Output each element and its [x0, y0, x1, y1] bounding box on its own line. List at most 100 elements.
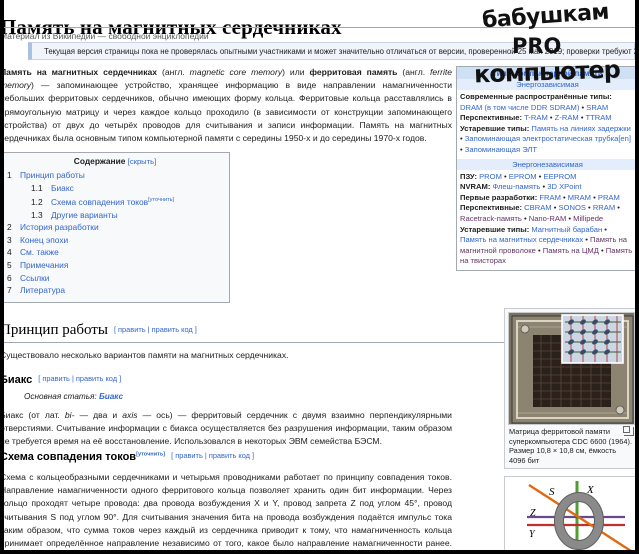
paragraph-principle: Существовало несколько вариантов памяти … [4, 350, 289, 360]
ferrite-core-matrix-photo[interactable] [508, 312, 635, 425]
navbox-separator: • [535, 245, 543, 255]
navbox-link[interactable]: MRAM [568, 193, 591, 202]
navbox-link[interactable]: Память на ЦМД [543, 246, 599, 255]
navbox-separator: • [590, 192, 598, 202]
core-matrix-illustration [509, 313, 634, 424]
screenshot-root: Память на магнитных сердечниках Материал… [0, 0, 639, 554]
navbox-group-header-1[interactable]: Энергонезависимая [457, 158, 635, 170]
navbox-row: Устаревшие типы: Магнитный барабан • Пам… [460, 225, 635, 267]
toc-item-label[interactable]: Конец эпохи [20, 235, 68, 245]
magnify-icon[interactable] [623, 426, 634, 436]
toc-item-1-2[interactable]: 1.2 Схема совпадения токов[уточнить] [7, 194, 223, 208]
navbox-row-label: Первые разработки: [460, 192, 540, 202]
navbox-link[interactable]: EPROM [509, 172, 537, 181]
navbox-group-header-0[interactable]: Энергозависимая [457, 79, 635, 90]
toc-item-6[interactable]: 6 Ссылки [7, 272, 223, 285]
edit-link-coincident[interactable]: [ править | править код ] [171, 451, 254, 460]
toc-item-label[interactable]: См. также [20, 247, 59, 257]
navbox-row: NVRAM: Флеш-память • 3D XPoint [460, 182, 635, 193]
toc-item-1-1[interactable]: 1.1 Биакс [7, 182, 223, 195]
navbox-row-label: Перспективные: [460, 203, 525, 213]
toc-toggle-link[interactable]: [скрыть] [128, 157, 156, 166]
navbox-separator: • [521, 213, 529, 223]
navbox-row-label: Перспективные: [460, 113, 525, 123]
unreviewed-version-notice: Текущая версия страницы пока не проверял… [28, 42, 635, 60]
toc-item-number: 6 [7, 272, 12, 283]
navbox-link[interactable]: TTRAM [585, 113, 611, 122]
toc-item-label[interactable]: Схема совпадения токов [51, 197, 148, 207]
navbox-link[interactable]: Z-RAM [555, 113, 579, 122]
navbox-separator: • [536, 171, 544, 181]
toc-item-7[interactable]: 7 Литература [7, 284, 223, 297]
toc-item-label[interactable]: Примечания [20, 260, 68, 270]
frame-bottom [0, 550, 639, 554]
navbox-link[interactable]: CBRAM [524, 203, 551, 212]
navbox-link[interactable]: T-RAM [524, 113, 548, 122]
toc-item-1-3[interactable]: 1.3 Другие варианты [7, 209, 223, 222]
toc-item-clarify-sup[interactable]: [уточнить] [148, 197, 174, 203]
toc-heading-label: Содержание [73, 156, 126, 166]
toc-item-label[interactable]: Другие варианты [51, 210, 118, 220]
toc-item-number: 2 [7, 222, 12, 233]
navbox-link[interactable]: Запоминающая ЭЛТ [465, 145, 537, 154]
toc-item-number: 1.3 [31, 209, 43, 220]
toc-item-number: 5 [7, 259, 12, 270]
toc-item-number: 3 [7, 234, 12, 245]
paragraph-biax: Биакс (от лат. bi- — два и axis — ось) —… [4, 410, 452, 447]
toc-item-label[interactable]: Литература [20, 285, 65, 295]
toc-item-label[interactable]: Ссылки [20, 273, 49, 283]
navbox-separator: • [598, 245, 606, 255]
navbox-link[interactable]: Флеш-память [492, 182, 540, 191]
toc-heading: Содержание [скрыть] [7, 156, 223, 166]
toc-item-label[interactable]: Принцип работы [20, 170, 85, 180]
navbox-link[interactable]: RRAM [593, 203, 615, 212]
core-wiring-diagram[interactable]: S X Z Y [504, 476, 635, 550]
navbox-link[interactable]: PRAM [598, 193, 620, 202]
diagram-label-x: X [586, 484, 595, 496]
edit-link-biax[interactable]: [ править | править код ] [38, 374, 121, 383]
navbox-group-body-0: Современные распространённые типы: DRAM … [457, 90, 635, 159]
memory-types-navbox: Типы компьютерной памяти Энергозависимая… [456, 66, 635, 271]
navbox-link[interactable]: Millipede [573, 214, 603, 223]
navbox-separator: • [583, 235, 591, 245]
diagram-label-s: S [549, 486, 555, 498]
navbox-link[interactable]: SRAM [586, 103, 608, 112]
navbox-link[interactable]: Racetrack-память [460, 214, 522, 223]
navbox-link[interactable]: 3D XPoint [547, 182, 581, 191]
navbox-link[interactable]: PROM [479, 172, 502, 181]
navbox-row-label: ПЗУ: [460, 171, 480, 181]
navbox-link[interactable]: Запоминающая электростатическая трубка[e… [465, 134, 631, 143]
main-article-link[interactable]: Биакс [99, 392, 123, 401]
toc-item-number: 4 [7, 247, 12, 258]
navbox-title-link[interactable]: Типы компьютерной памяти [492, 69, 602, 78]
toc-item-3[interactable]: 3 Конец эпохи [7, 234, 223, 247]
clarify-superscript[interactable]: [уточнить] [136, 451, 165, 457]
paragraph-coincident: Схема с кольцеобразными сердечниками и ч… [4, 472, 452, 549]
navbox-link[interactable]: Память на линиях задержки [531, 124, 630, 133]
navbox-link[interactable]: FRAM [539, 193, 561, 202]
navbox-groups: Энергозависимая Современные распространён… [457, 79, 635, 270]
toc-item-2[interactable]: 2 История разработки [7, 221, 223, 234]
edit-link-principle[interactable]: [ править | править код ] [114, 325, 197, 334]
thumbnail-cdc6600: Матрица ферритовой памяти суперкомпьютер… [504, 308, 635, 470]
heading-biax: Биакс [ править | править код ] [4, 374, 121, 386]
toc-item-1[interactable]: 1 Принцип работы [7, 169, 223, 182]
navbox-link[interactable]: Память на магнитных сердечниках [460, 235, 583, 244]
heading-principle: Принцип работы [ править | править код ] [4, 322, 460, 339]
navbox-row: Первые разработки: FRAM • MRAM • PRAM [460, 193, 635, 204]
navbox-link[interactable]: SONOS [558, 203, 585, 212]
table-of-contents: Содержание [скрыть] 1 Принцип работы 1.1 Би… [4, 152, 230, 303]
toc-item-5[interactable]: 5 Примечания [7, 259, 223, 272]
navbox-link[interactable]: EEPROM [544, 172, 577, 181]
navbox-row: Устаревшие типы: Память на линиях задерж… [460, 124, 635, 156]
navbox-link[interactable]: Магнитный барабан [531, 225, 602, 234]
navbox-link[interactable]: Nano-RAM [529, 214, 567, 223]
heading-principle-text: Принцип работы [4, 322, 108, 338]
toc-item-label[interactable]: История разработки [20, 222, 99, 232]
navbox-row-label: NVRAM: [460, 182, 493, 192]
toc-item-4[interactable]: 4 См. также [7, 246, 223, 259]
navbox-separator: • [547, 113, 555, 123]
toc-item-label[interactable]: Биакс [51, 183, 74, 193]
navbox-link[interactable]: DRAM (в том числе DDR SDRAM) [460, 103, 579, 112]
navbox-group-body-1: ПЗУ: PROM • EPROM • EEPROM NVRAM: Флеш-па… [457, 170, 635, 270]
